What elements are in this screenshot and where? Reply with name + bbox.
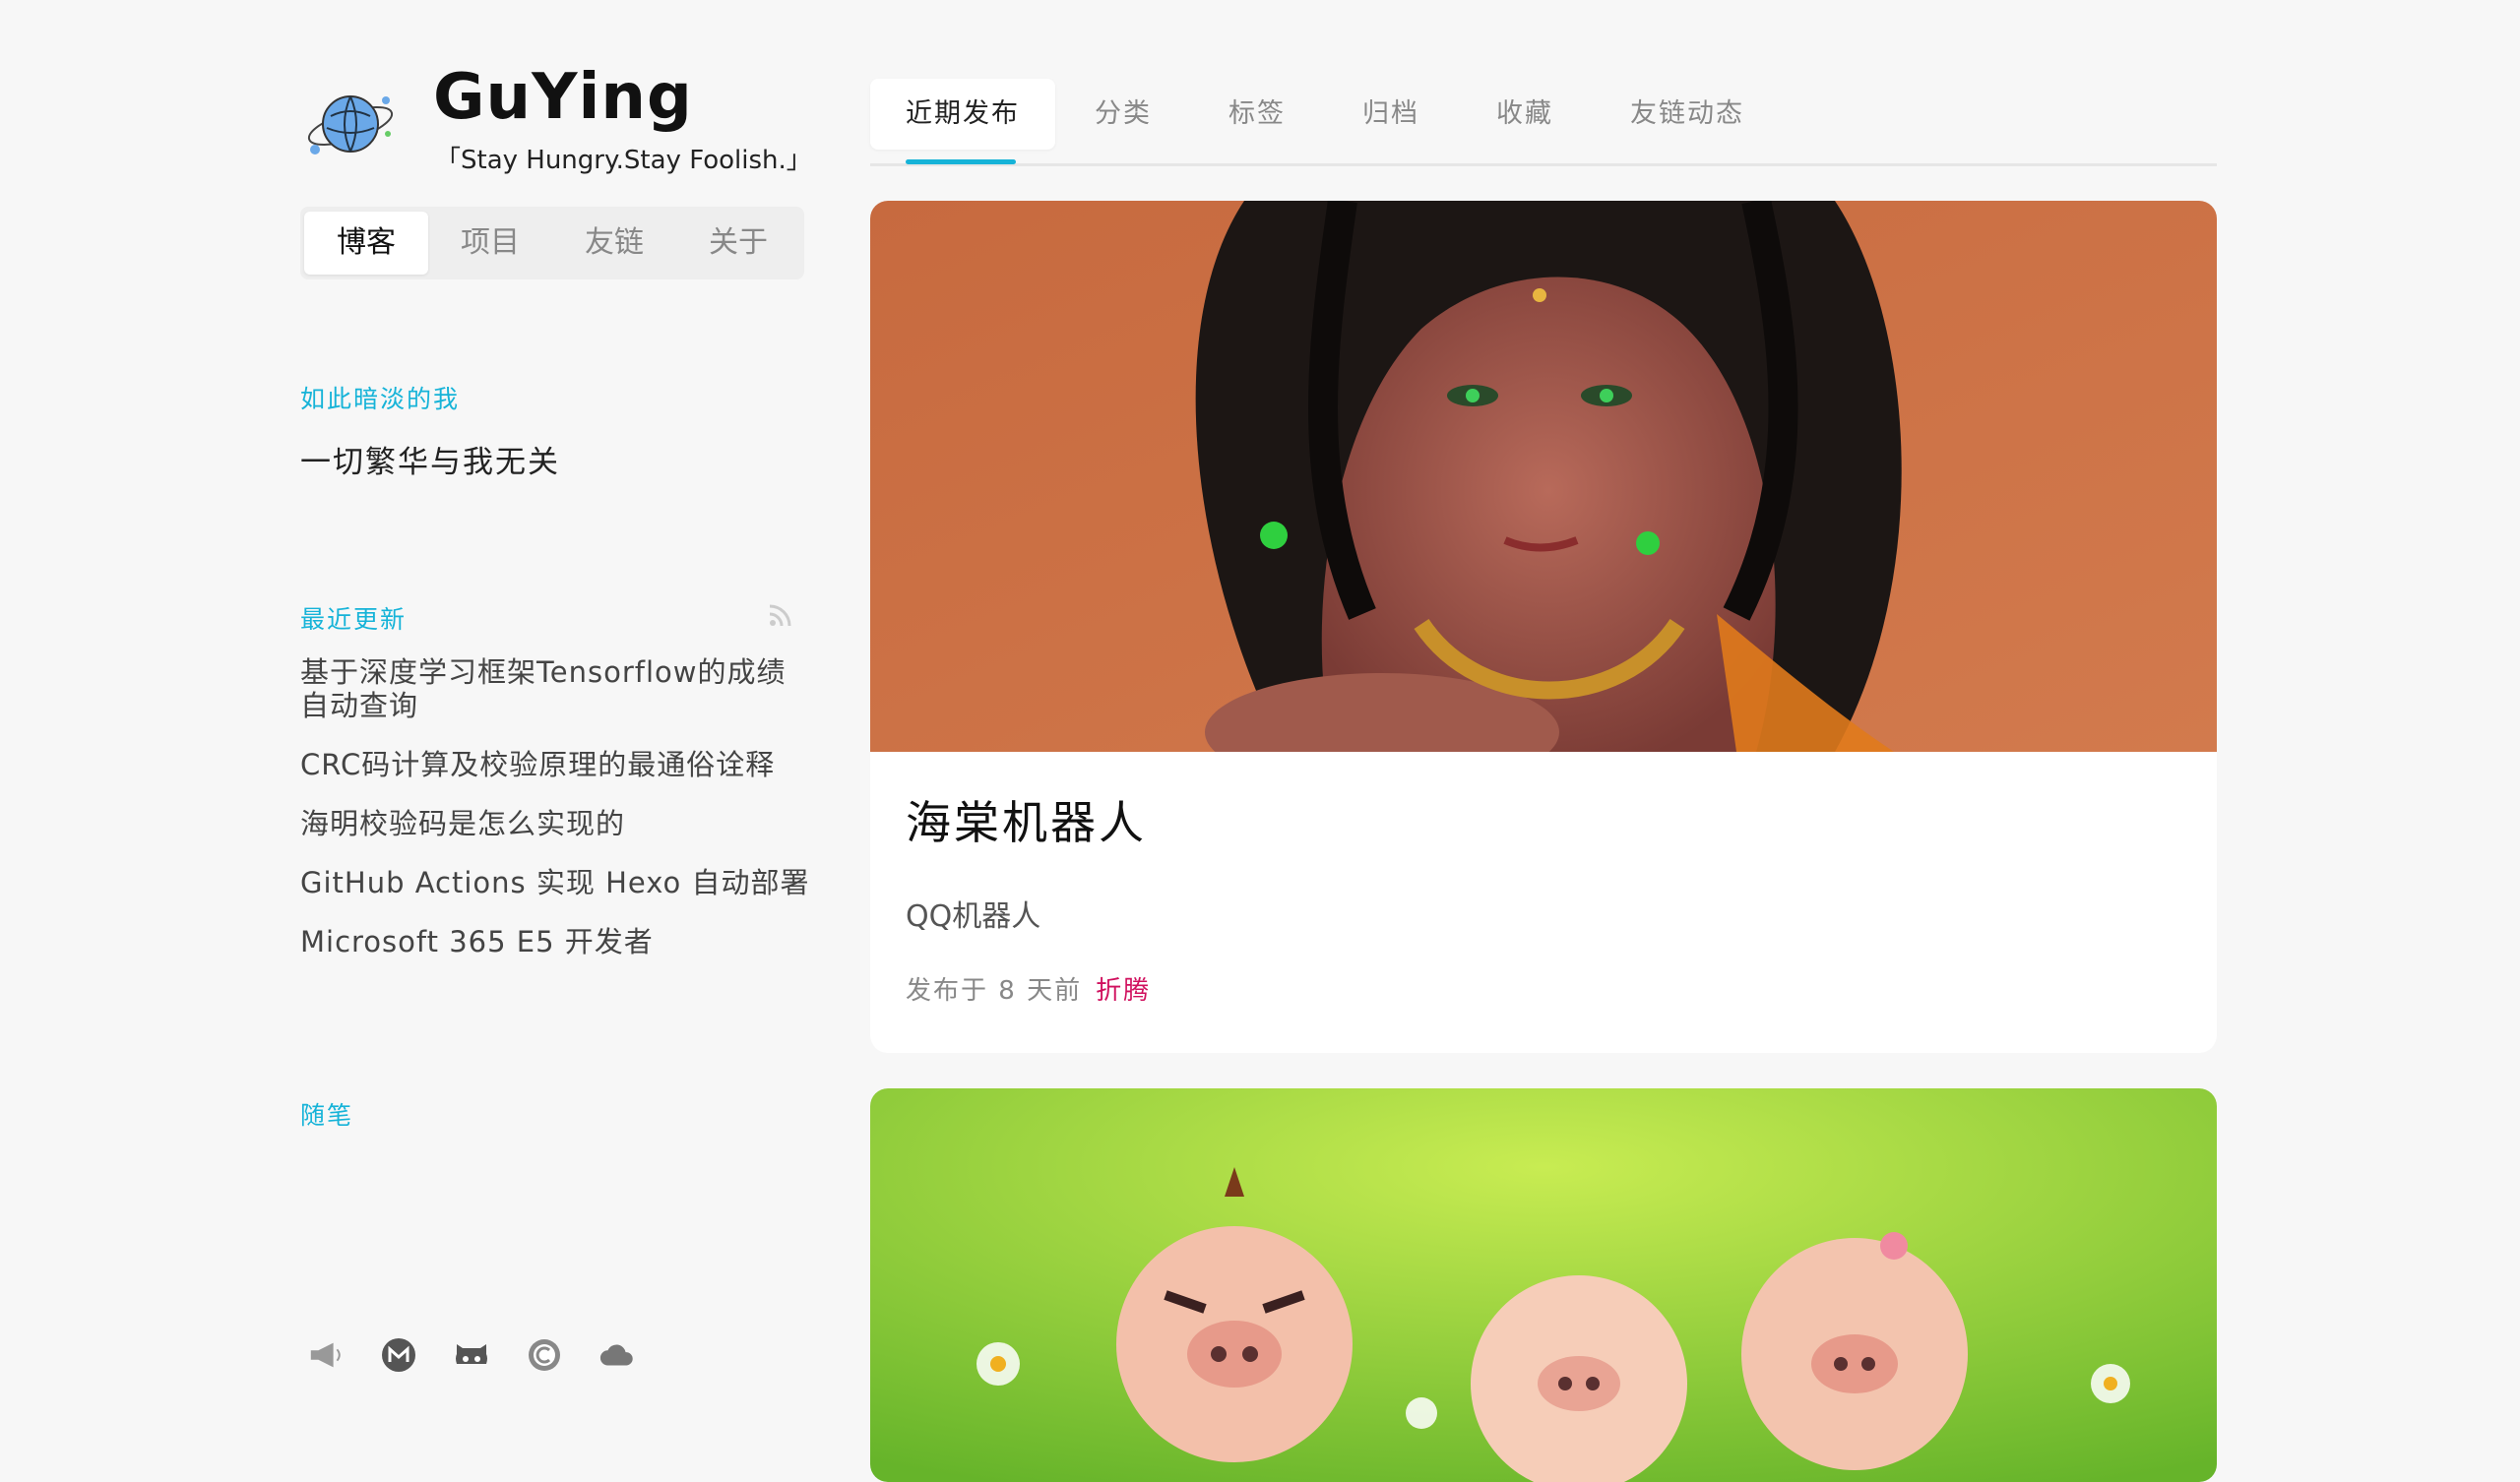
recent-heading: 最近更新 xyxy=(300,605,408,634)
post-cover-image[interactable] xyxy=(870,201,2217,752)
recent-item[interactable]: 基于深度学习框架Tensorflow的成绩自动查询 xyxy=(300,655,812,722)
rss-icon[interactable] xyxy=(768,602,793,628)
post-description: QQ机器人 xyxy=(906,899,1041,934)
site-title[interactable]: GuYing xyxy=(433,61,693,134)
nav-tab-friend-feed[interactable]: 友链动态 xyxy=(1630,79,1744,150)
motto-text: 一切繁华与我无关 xyxy=(300,445,560,480)
cloud-icon[interactable] xyxy=(598,1336,636,1374)
post-category-tag[interactable]: 折腾 xyxy=(1096,976,1151,1006)
top-nav: 近期发布 分类 标签 归档 收藏 友链动态 xyxy=(870,79,2217,166)
recent-item[interactable]: GitHub Actions 实现 Hexo 自动部署 xyxy=(300,866,812,899)
copyright-icon[interactable] xyxy=(526,1336,563,1374)
post-card[interactable]: 海棠机器人 QQ机器人 发布于 8 天前 折腾 xyxy=(870,201,2217,1053)
site-subtitle: 「Stay Hungry.Stay Foolish.」 xyxy=(435,146,812,175)
github-icon[interactable] xyxy=(453,1336,490,1374)
about-heading: 如此暗淡的我 xyxy=(300,385,461,413)
notes-heading[interactable]: 随笔 xyxy=(300,1096,353,1132)
recent-item[interactable]: Microsoft 365 E5 开发者 xyxy=(300,925,812,958)
post-date: 发布于 8 天前 xyxy=(906,976,1083,1006)
side-tab-blog[interactable]: 博客 xyxy=(304,212,428,275)
social-links xyxy=(307,1336,636,1374)
recent-list: 基于深度学习框架Tensorflow的成绩自动查询 CRC码计算及校验原理的最通… xyxy=(300,655,812,984)
sidebar-tabs: 博客 项目 友链 关于 xyxy=(300,207,804,279)
nav-tab-archives[interactable]: 归档 xyxy=(1362,79,1419,150)
megaphone-icon[interactable] xyxy=(307,1336,345,1374)
nav-tab-favorites[interactable]: 收藏 xyxy=(1496,79,1553,150)
side-tab-projects[interactable]: 项目 xyxy=(428,212,552,275)
post-card[interactable] xyxy=(870,1088,2217,1482)
side-tab-about[interactable]: 关于 xyxy=(676,212,800,275)
nav-tab-recent[interactable]: 近期发布 xyxy=(870,79,1055,150)
globe-icon xyxy=(307,95,394,154)
post-title[interactable]: 海棠机器人 xyxy=(906,787,1147,852)
mail-icon[interactable] xyxy=(380,1336,417,1374)
post-meta: 发布于 8 天前 折腾 xyxy=(906,970,1151,1007)
nav-tab-categories[interactable]: 分类 xyxy=(1095,79,1152,150)
nav-tab-tags[interactable]: 标签 xyxy=(1228,79,1286,150)
recent-item[interactable]: CRC码计算及校验原理的最通俗诠释 xyxy=(300,748,812,781)
post-cover-image[interactable] xyxy=(870,1088,2217,1482)
active-tab-indicator xyxy=(906,159,1016,164)
recent-item[interactable]: 海明校验码是怎么实现的 xyxy=(300,807,812,840)
site-logo[interactable] xyxy=(303,77,398,171)
side-tab-friends[interactable]: 友链 xyxy=(552,212,676,275)
